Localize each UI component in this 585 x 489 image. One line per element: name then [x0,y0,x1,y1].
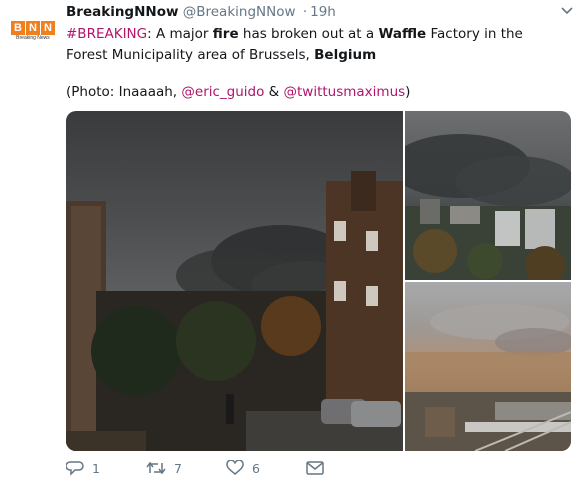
like-count: 6 [252,460,260,476]
separator-dot: · [302,4,308,20]
heart-icon [226,460,244,475]
retweet-button[interactable]: 7 [146,460,226,476]
retweet-icon [146,461,166,475]
reply-count: 1 [92,460,100,476]
account-name[interactable]: BreakingNNow [66,4,178,20]
envelope-icon [306,461,324,475]
tweet-text: #BREAKING: A major fire has broken out a… [66,26,523,63]
chevron-down-icon[interactable] [561,4,573,18]
reply-icon [66,461,84,476]
like-button[interactable]: 6 [226,460,306,476]
avatar-logo: B N N [11,20,55,35]
media-grid [66,111,571,451]
photo-city-smoke-cloud[interactable] [405,111,571,280]
direct-message-button[interactable] [306,461,324,475]
tweet-actions: 1 7 6 [66,460,324,476]
reply-button[interactable]: 1 [66,460,146,476]
account-handle[interactable]: @BreakingNNow [183,4,296,20]
photo-credit: (Photo: Inaaaah, @eric_guido & @twittusm… [66,84,411,100]
hashtag-link[interactable]: #BREAKING [66,26,147,42]
photo-street-smoke[interactable] [66,111,403,451]
tweet-time[interactable]: 19h [310,4,336,20]
avatar[interactable]: B N N Breaking News [8,14,58,48]
retweet-count: 7 [174,460,182,476]
tweet-header: BreakingNNow @BreakingNNow · 19h [66,4,336,20]
mention-link[interactable]: @eric_guido [181,84,264,100]
photo-aerial-smoke[interactable] [405,282,571,451]
mention-link[interactable]: @twittusmaximus [284,84,406,100]
avatar-subtitle: Breaking News [16,34,50,41]
